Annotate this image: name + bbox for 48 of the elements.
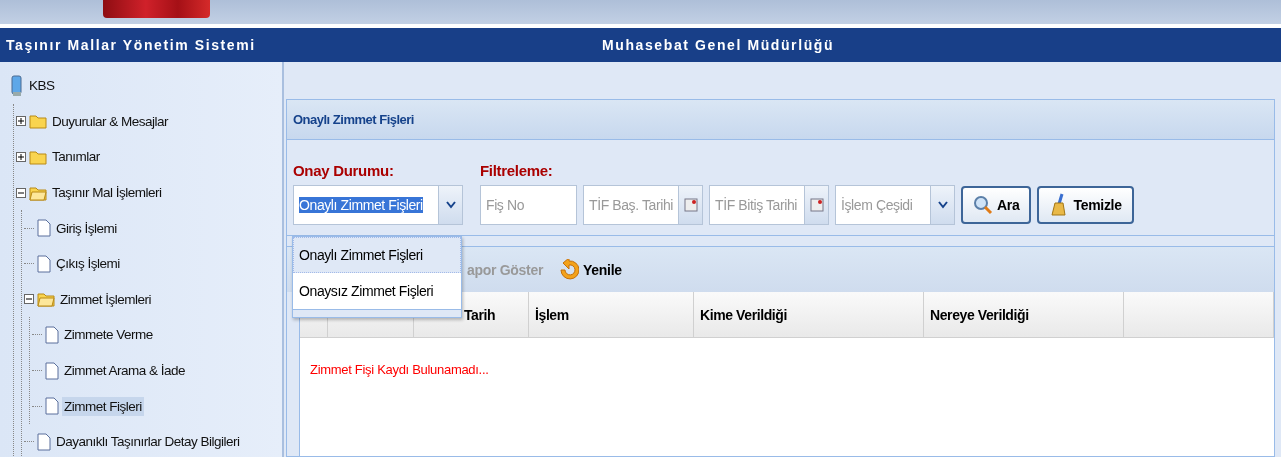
tree-item[interactable]: Giriş İşlemi	[54, 218, 119, 238]
refresh-icon	[559, 258, 580, 281]
status-label: Onay Durumu:	[293, 162, 395, 179]
tree-item[interactable]: Dayanıklı Taşınırlar Detay Bilgileri	[54, 432, 242, 452]
tree-item[interactable]: Zimmet Arama & İade	[62, 361, 188, 381]
tree-item[interactable]: Çıkış İşlemi	[54, 254, 122, 274]
collapse-icon[interactable]	[24, 294, 34, 305]
tree-item[interactable]: Zimmet İşlemleri	[58, 289, 153, 309]
document-icon	[45, 361, 59, 380]
document-icon	[45, 397, 59, 416]
document-icon	[37, 254, 51, 273]
clear-button[interactable]: Temizle	[1037, 186, 1134, 224]
tree-item[interactable]: Taşınır Mal İşlemleri	[50, 183, 164, 203]
search-button[interactable]: Ara	[961, 186, 1032, 224]
tree-root[interactable]: KBS	[27, 76, 57, 96]
open-folder-icon	[37, 291, 55, 308]
column-header[interactable]: Tarih	[464, 306, 496, 323]
chevron-down-icon	[445, 201, 456, 209]
panel-title: Onaylı Zimmet Fişleri	[293, 112, 414, 127]
empty-message: Zimmet Fişi Kaydı Bulunamadı...	[309, 361, 490, 379]
column-header[interactable]: Nereye Verildiği	[930, 306, 1029, 323]
calendar-icon	[809, 198, 824, 212]
calendar-icon	[683, 198, 698, 212]
chevron-down-icon	[937, 201, 948, 209]
search-icon	[973, 195, 993, 215]
open-folder-icon	[29, 184, 47, 201]
computer-icon	[10, 74, 24, 97]
column-header[interactable]: Kime Verildiği	[700, 306, 787, 323]
tree-item[interactable]: Duyurular & Mesajlar	[50, 111, 171, 131]
folder-icon	[29, 113, 47, 130]
app-title: Taşınır Mallar Yönetim Sistemi	[6, 37, 257, 53]
filter-label: Filtreleme:	[480, 162, 554, 179]
status-combo[interactable]: Onaylı Zimmet Fişleri	[293, 185, 463, 225]
tree-item[interactable]: Tanımlar	[50, 147, 102, 167]
organization-name: Muhasebat Genel Müdürlüğü	[602, 37, 835, 53]
collapse-icon[interactable]	[16, 187, 26, 198]
document-icon	[37, 219, 51, 238]
expand-icon[interactable]	[16, 116, 26, 127]
dropdown-option[interactable]: Onaylı Zimmet Fişleri	[293, 237, 461, 273]
document-icon	[45, 325, 59, 344]
refresh-button[interactable]: Yenile	[559, 258, 622, 281]
document-icon	[37, 432, 51, 451]
tree-item[interactable]: Zimmete Verme	[62, 325, 155, 345]
dropdown-option[interactable]: Onaysız Zimmet Fişleri	[293, 273, 461, 309]
expand-icon[interactable]	[16, 152, 26, 162]
tree-item[interactable]: Zimmet Fişleri	[62, 396, 144, 416]
column-header[interactable]: İşlem	[535, 306, 569, 323]
folder-icon	[29, 149, 47, 165]
